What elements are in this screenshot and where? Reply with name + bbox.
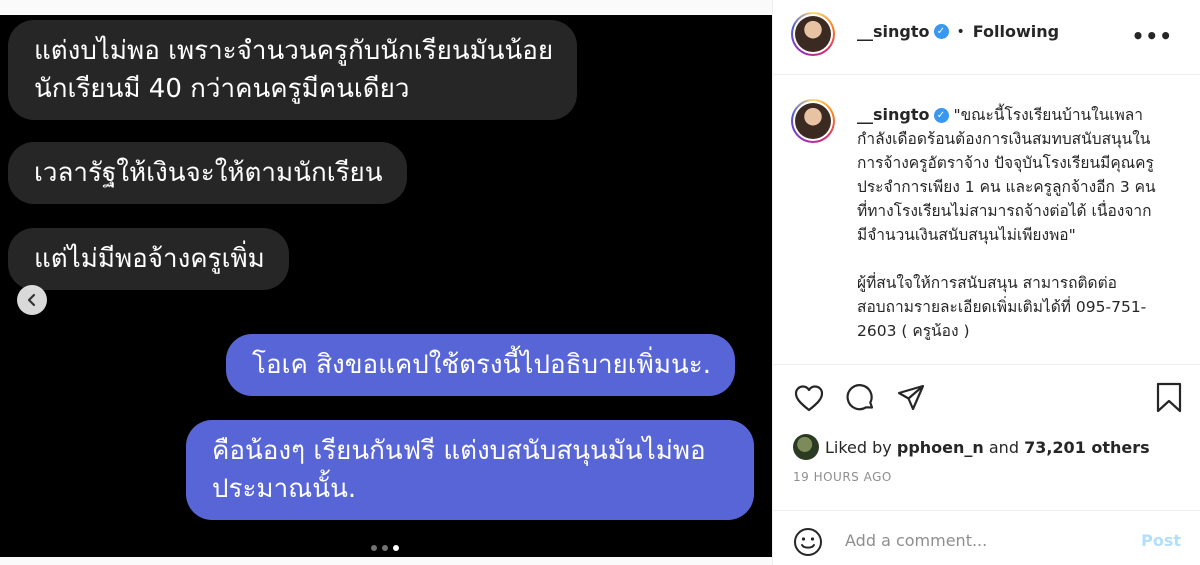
caption-line: ประจำการเพียง 1 คน และครูลูกจ้างอีก 3 คน (857, 178, 1156, 196)
caption-area: __singto ✓ "ขณะนี้โรงเรียนบ้านในเพลา กำลั… (773, 75, 1200, 365)
liker-avatar[interactable] (793, 434, 819, 460)
caption-avatar[interactable] (791, 99, 835, 143)
top-strip (0, 0, 772, 15)
caption-line: ที่ทางโรงเรียนไม่สามารถจ้างต่อได้ เนื่อง… (857, 202, 1152, 220)
caption-line: กำลังเดือดร้อนต้องการเงินสมทบสนับสนุนใน (857, 130, 1151, 148)
bottom-strip (0, 557, 772, 565)
bookmark-icon (1156, 382, 1182, 413)
message-bubble-4: โอเค สิงขอแคปใช้ตรงนี้ไปอธิบายเพิ่มนะ. (226, 334, 735, 396)
carousel-dot (371, 545, 377, 551)
header-username[interactable]: __singto (857, 22, 930, 41)
post-media[interactable]: แต่งบไม่พอ เพราะจำนวนครูกับนักเรียนมันน้… (0, 15, 772, 557)
caption-text: __singto ✓ "ขณะนี้โรงเรียนบ้านในเพลา กำลั… (857, 103, 1187, 343)
chevron-left-icon (27, 293, 36, 307)
likes-count-link[interactable]: 73,201 others (1024, 438, 1150, 457)
header-separator: • (956, 23, 965, 40)
post-button[interactable]: Post (1141, 531, 1181, 550)
likes-middle: and (988, 437, 1019, 457)
action-bar (773, 366, 1200, 436)
carousel-dot (382, 545, 388, 551)
avatar[interactable] (791, 12, 835, 56)
comment-icon (846, 384, 874, 411)
carousel-dot-active (393, 545, 399, 551)
likes-prefix: Liked by (825, 437, 892, 457)
like-button[interactable] (793, 382, 825, 414)
message-bubble-1: แต่งบไม่พอ เพราะจำนวนครูกับนักเรียนมันน้… (8, 20, 578, 120)
caption-line: 2603 ( ครูน้อง ) (857, 322, 970, 340)
likes-summary: Liked by pphoen_n and 73,201 others (793, 434, 1150, 460)
carousel-indicator (371, 545, 399, 551)
caption-line: ผู้ที่สนใจให้การสนับสนุน สามารถติดต่อ (857, 274, 1117, 292)
caption-line (857, 247, 1187, 271)
verified-icon: ✓ (933, 24, 949, 39)
following-button[interactable]: Following (973, 22, 1059, 41)
comment-bar: Add a comment... Post (773, 510, 1200, 565)
smiley-icon (794, 528, 822, 556)
emoji-button[interactable] (793, 527, 823, 561)
post-timestamp[interactable]: 19 HOURS AGO (793, 470, 892, 484)
caption-line: การจ้างครูอัตราจ้าง ปัจจุบันโรงเรียนมีคุ… (857, 154, 1154, 172)
verified-icon: ✓ (933, 108, 949, 123)
carousel-prev-button[interactable] (17, 285, 47, 315)
message-bubble-3: แต่ไม่มีพอจ้างครูเพิ่ม (8, 228, 289, 290)
message-bubble-5: คือน้องๆ เรียนกันฟรี แต่งบสนับสนุนมันไม่… (186, 420, 754, 520)
save-button[interactable] (1153, 382, 1185, 414)
comment-input[interactable]: Add a comment... (845, 531, 987, 550)
liker-username[interactable]: pphoen_n (897, 438, 984, 457)
share-button[interactable] (895, 382, 927, 414)
message-bubble-2: เวลารัฐให้เงินจะให้ตามนักเรียน (8, 142, 407, 204)
post-header: __singto ✓ • Following ••• (773, 0, 1200, 75)
caption-username[interactable]: __singto (857, 105, 930, 124)
post-side-panel: __singto ✓ • Following ••• __singto ✓ "ขณ… (772, 0, 1200, 565)
caption-line: สอบถามรายละเอียดเพิ่มเติมได้ที่ 095-751- (857, 298, 1147, 316)
caption-line: มีจำนวนเงินสนับสนุนไม่เพียงพอ" (857, 226, 1076, 244)
heart-icon (794, 385, 824, 412)
more-horizontal-icon[interactable]: ••• (1132, 24, 1173, 48)
caption-line: "ขณะนี้โรงเรียนบ้านในเพลา (953, 106, 1144, 124)
comment-button[interactable] (845, 382, 877, 414)
send-icon (897, 384, 925, 411)
